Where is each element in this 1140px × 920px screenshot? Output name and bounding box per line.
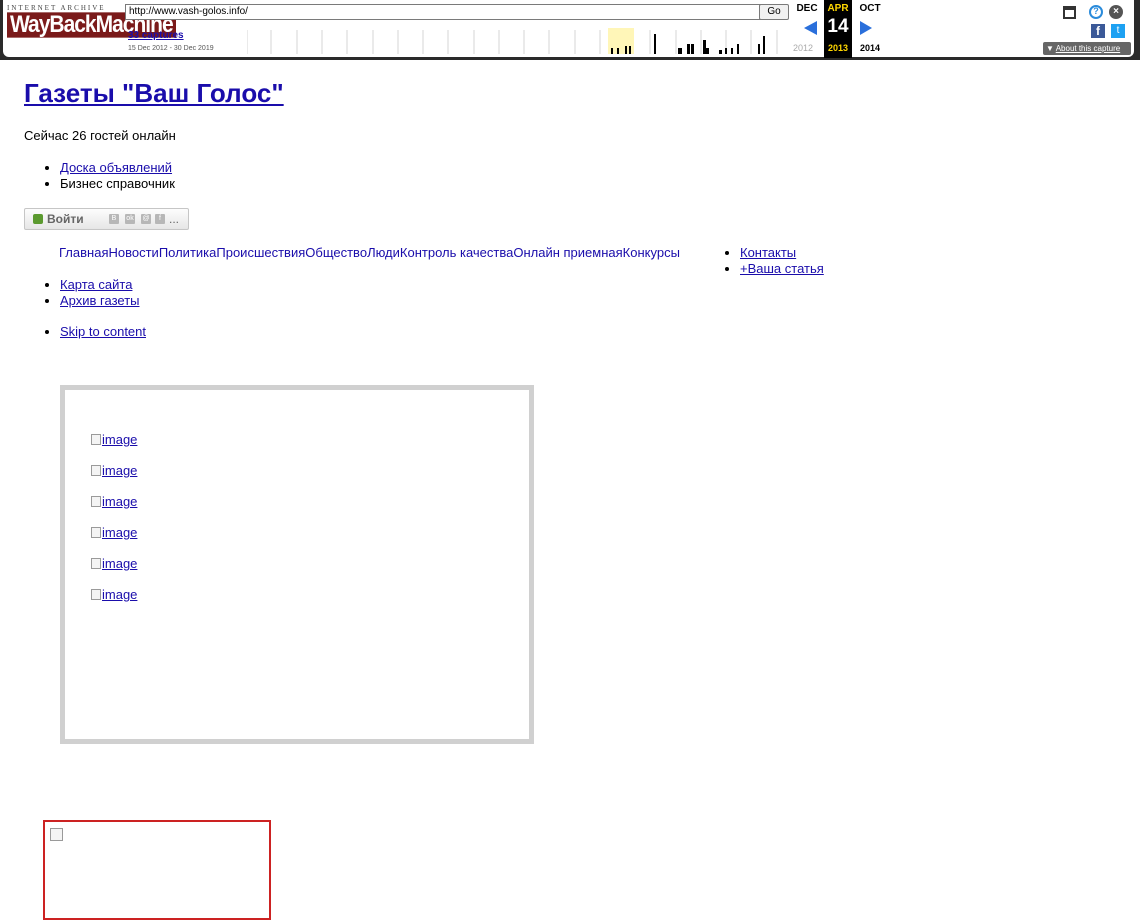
menu-link-ads[interactable]: Доска объявлений — [60, 160, 172, 175]
prev-year-label[interactable]: 2012 — [793, 43, 813, 53]
key-icon — [33, 214, 43, 224]
menu-text-business: Бизнес справочник — [60, 176, 175, 191]
vk-icon[interactable]: B — [109, 214, 119, 224]
captures-sparkline[interactable] — [247, 22, 791, 54]
next-year-label[interactable]: 2014 — [860, 43, 880, 53]
bottom-menu: Карта сайта Архив газеты — [24, 277, 140, 309]
top-menu: Доска объявлений Бизнес справочник — [24, 160, 175, 192]
wayback-go-button[interactable]: Go — [759, 4, 789, 20]
list-item: Архив газеты — [60, 293, 140, 309]
nav-item-reception[interactable]: Онлайн приемная — [513, 245, 622, 260]
nav-item-people[interactable]: Люди — [367, 245, 400, 260]
nav-item-your-article[interactable]: +Ваша статья — [740, 261, 824, 276]
current-month-label: APR — [827, 3, 849, 14]
banner-placeholder[interactable] — [43, 820, 271, 920]
next-month-label[interactable]: OCT — [856, 3, 884, 14]
broken-image-icon — [91, 527, 101, 538]
sparkline-grid — [247, 30, 778, 54]
nav-item-contests[interactable]: Конкурсы — [623, 245, 680, 260]
more-login-options[interactable]: ... — [169, 209, 179, 229]
facebook-icon[interactable]: f — [1091, 24, 1105, 38]
nav-sub-menu: Контакты +Ваша статья — [722, 245, 824, 277]
skip-to-content-link[interactable]: Skip to content — [60, 324, 146, 339]
list-item: Доска объявлений — [60, 160, 175, 176]
next-capture-arrow-icon[interactable] — [860, 21, 872, 35]
nav-item-politics[interactable]: Политика — [159, 245, 217, 260]
prev-capture-arrow-icon[interactable] — [804, 21, 817, 35]
mail-icon[interactable]: @ — [141, 214, 151, 224]
sparkline-bars — [611, 34, 765, 54]
gallery-image-link[interactable]: image — [91, 463, 137, 478]
current-year-label: 2013 — [827, 43, 849, 53]
main-nav: ГлавнаяНовостиПолитикаПроисшествияОбщест… — [59, 245, 680, 260]
current-month-block: APR 14 2013 — [824, 0, 852, 58]
help-icon[interactable]: ? — [1089, 5, 1103, 19]
facebook-login-icon[interactable]: f — [155, 214, 165, 224]
captures-link[interactable]: 33 captures — [128, 30, 184, 41]
wayback-toolbar-panel: INTERNET ARCHIVE WayBackMachine http://w… — [3, 0, 1134, 58]
wayback-logo[interactable]: INTERNET ARCHIVE WayBackMachine — [7, 4, 176, 54]
image-gallery: image image image image image image — [60, 385, 534, 744]
list-item: +Ваша статья — [740, 261, 824, 277]
list-item: Skip to content — [60, 324, 146, 339]
broken-image-icon — [91, 434, 101, 445]
gallery-image-alt: image — [102, 494, 138, 509]
nav-item-quality[interactable]: Контроль качества — [400, 245, 513, 260]
gallery-image-alt: image — [102, 432, 138, 447]
window-icon[interactable] — [1063, 6, 1076, 19]
nav-item-home[interactable]: Главная — [59, 245, 108, 260]
broken-image-icon — [50, 828, 63, 841]
list-item: Бизнес справочник — [60, 176, 175, 192]
captures-link-wrap: 33 captures — [128, 30, 184, 41]
broken-image-icon — [91, 558, 101, 569]
gallery-image-alt: image — [102, 556, 138, 571]
twitter-icon[interactable]: t — [1111, 24, 1125, 38]
capture-date-range: 15 Dec 2012 - 30 Dec 2019 — [128, 45, 214, 52]
wayback-url-input[interactable]: http://www.vash-golos.info/ — [125, 4, 761, 20]
about-capture-button[interactable]: ▼ About this capture — [1043, 42, 1131, 55]
gallery-image-link[interactable]: image — [91, 556, 137, 571]
site-title: Газеты "Ваш Голос" — [24, 78, 284, 109]
login-label: Войти — [47, 212, 84, 226]
list-item: Контакты — [740, 245, 824, 261]
wayback-toolbar: INTERNET ARCHIVE WayBackMachine http://w… — [0, 0, 1140, 60]
gallery-image-link[interactable]: image — [91, 525, 137, 540]
gallery-image-link[interactable]: image — [91, 587, 137, 602]
list-item: Карта сайта — [60, 277, 140, 293]
close-icon[interactable]: × — [1109, 5, 1123, 19]
nav-item-society[interactable]: Общество — [305, 245, 367, 260]
menu-link-sitemap[interactable]: Карта сайта — [60, 277, 132, 292]
gallery-image-alt: image — [102, 587, 138, 602]
gallery-image-link[interactable]: image — [91, 494, 137, 509]
broken-image-icon — [91, 589, 101, 600]
gallery-image-link[interactable]: image — [91, 432, 137, 447]
nav-item-incidents[interactable]: Происшествия — [216, 245, 305, 260]
broken-image-icon — [91, 496, 101, 507]
guests-online-text: Сейчас 26 гостей онлайн — [24, 128, 176, 143]
gallery-image-alt: image — [102, 463, 138, 478]
current-day-label: 14 — [827, 16, 849, 37]
nav-item-news[interactable]: Новости — [108, 245, 158, 260]
about-capture-link[interactable]: About this capture — [1056, 44, 1120, 53]
skip-menu: Skip to content — [24, 324, 146, 339]
site-title-link[interactable]: Газеты "Ваш Голос" — [24, 78, 284, 108]
nav-item-contacts[interactable]: Контакты — [740, 245, 796, 260]
login-button[interactable]: Войти B ok @ f ... — [24, 208, 189, 230]
broken-image-icon — [91, 465, 101, 476]
gallery-image-alt: image — [102, 525, 138, 540]
odnoklassniki-icon[interactable]: ok — [125, 214, 135, 224]
menu-link-archive[interactable]: Архив газеты — [60, 293, 140, 308]
prev-month-label[interactable]: DEC — [793, 3, 821, 14]
